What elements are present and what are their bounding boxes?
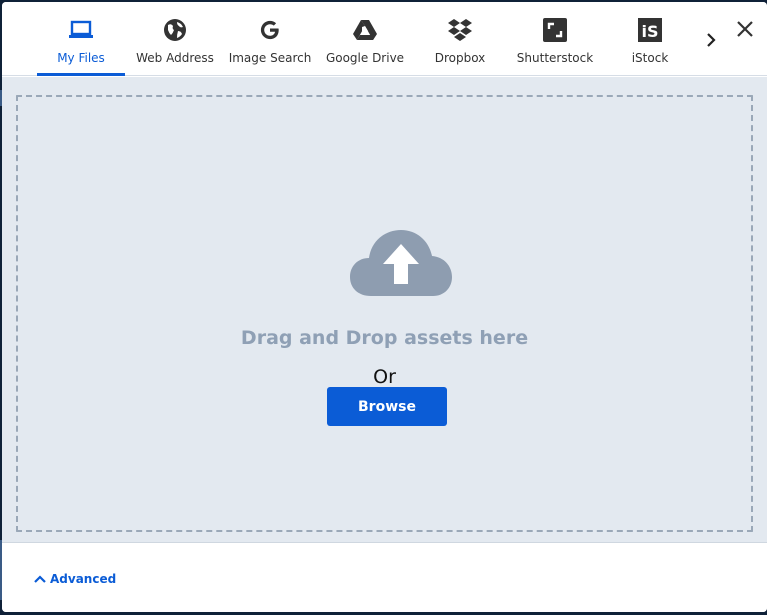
tab-web-address[interactable]: Web Address (131, 2, 219, 75)
google-drive-icon (351, 16, 379, 44)
tab-dropbox[interactable]: Dropbox (416, 2, 504, 75)
source-tabs-bar: My Files Web Address Image Search Google… (2, 2, 767, 76)
tab-label: Image Search (228, 51, 312, 65)
next-tabs-button[interactable] (700, 28, 722, 52)
tab-label: Shutterstock (516, 51, 594, 65)
close-button[interactable] (732, 16, 758, 42)
cloud-upload-icon (350, 230, 452, 296)
shutterstock-icon (541, 16, 569, 44)
globe-icon (161, 16, 189, 44)
google-icon (256, 16, 284, 44)
tab-google-drive[interactable]: Google Drive (321, 2, 409, 75)
drop-message: Drag and Drop assets here (240, 327, 529, 349)
tab-label: Web Address (136, 51, 214, 65)
tab-label: Google Drive (325, 51, 405, 65)
dropbox-icon (446, 16, 474, 44)
close-icon (737, 21, 753, 37)
or-separator: Or (373, 366, 396, 388)
tab-shutterstock[interactable]: Shutterstock (511, 2, 599, 75)
tab-istock[interactable]: iS iStock (606, 2, 694, 75)
drop-area: Drag and Drop assets here Or Browse (2, 77, 767, 543)
tab-label: iStock (631, 51, 669, 65)
browse-button[interactable]: Browse (327, 387, 447, 426)
istock-icon: iS (636, 16, 664, 44)
laptop-icon (67, 16, 95, 44)
chevron-right-icon (707, 33, 716, 47)
tab-my-files[interactable]: My Files (37, 2, 125, 76)
advanced-toggle[interactable]: Advanced (34, 572, 116, 586)
advanced-label: Advanced (50, 572, 117, 586)
svg-text:iS: iS (641, 22, 658, 41)
drop-zone[interactable]: Drag and Drop assets here Or Browse (16, 95, 753, 532)
tab-image-search[interactable]: Image Search (226, 2, 314, 75)
footer: Advanced (2, 544, 767, 612)
upload-modal: My Files Web Address Image Search Google… (2, 2, 767, 612)
chevron-up-icon (34, 575, 46, 583)
tab-label: My Files (57, 51, 105, 65)
tab-label: Dropbox (434, 51, 486, 65)
